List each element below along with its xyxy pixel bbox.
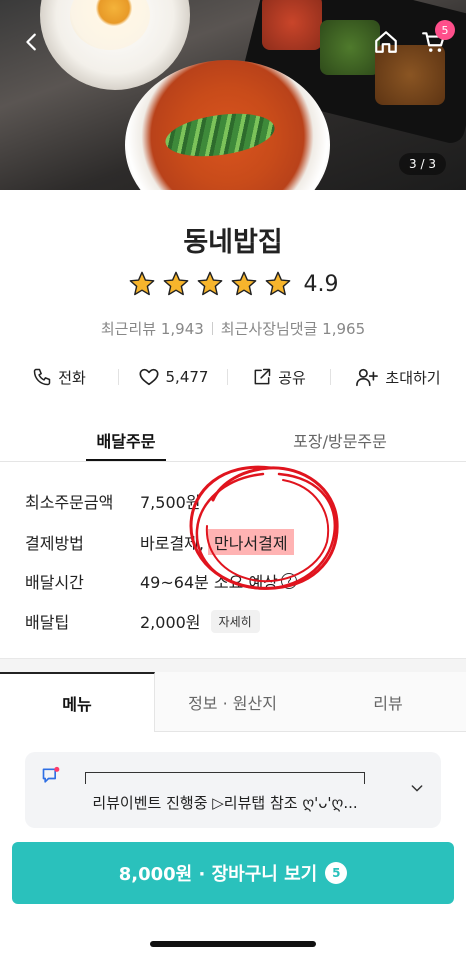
view-cart-button[interactable]: 8,000원 · 장바구니 보기 5 — [12, 842, 454, 904]
tab-pickup-order[interactable]: 포장/방문주문 — [278, 418, 402, 462]
favorite-count: 5,477 — [165, 368, 209, 386]
instant-payment-text: 바로결제, — [140, 534, 204, 553]
help-icon[interactable]: ? — [280, 573, 297, 589]
chevron-down-icon[interactable] — [409, 780, 425, 796]
rating-row: 4.9 — [0, 270, 466, 298]
star-icon — [163, 271, 188, 296]
min-order-row: 최소주문금액 7,500원 — [25, 486, 445, 516]
rating-value: 4.9 — [303, 271, 339, 297]
hero-image[interactable]: 5 3 / 3 — [0, 0, 466, 190]
section-divider — [0, 658, 466, 672]
tab-pickup-order-label: 포장/방문주문 — [293, 432, 387, 451]
invite-icon — [356, 368, 379, 387]
heart-icon — [138, 368, 159, 386]
delivery-tip-label: 배달팁 — [25, 613, 70, 632]
divider — [211, 322, 213, 335]
delivery-time-row: 배달시간 49~64분 소요 예상 ? — [25, 566, 445, 596]
invite-button[interactable]: 초대하기 — [331, 366, 465, 388]
notice-text: 리뷰이벤트 진행중 ▷리뷰탭 참조 ღ'ᴗ'ღ... — [92, 794, 358, 812]
star-icon — [265, 271, 290, 296]
tab-menu-label: 메뉴 — [62, 695, 92, 714]
share-icon — [254, 368, 271, 385]
star-icon — [129, 271, 154, 296]
tab-review[interactable]: 리뷰 — [310, 672, 466, 732]
tab-delivery-order-label: 배달주문 — [96, 432, 156, 451]
flag-icon — [42, 766, 60, 783]
favorite-button[interactable]: 5,477 — [119, 366, 227, 388]
delivery-tip-row: 배달팁 2,000원 자세히 — [25, 606, 445, 636]
review-counts: 최근리뷰 1,943 최근사장님댓글 1,965 — [0, 318, 466, 339]
payment-method-value: 바로결제, 만나서결제 — [140, 529, 294, 555]
star-icon — [231, 271, 256, 296]
star-icon — [197, 271, 222, 296]
store-name: 동네밥집 — [183, 227, 283, 258]
tab-info-origin-label: 정보 · 원산지 — [188, 693, 277, 713]
image-page-indicator: 3 / 3 — [399, 153, 446, 175]
delivery-time-value: 49~64분 소요 예상 ? — [140, 569, 297, 593]
delivery-time-text: 49~64분 소요 예상 — [140, 573, 278, 592]
kimchi-image — [262, 0, 322, 50]
delivery-tip-value: 2,000원 자세히 — [140, 609, 260, 633]
share-label: 공유 — [278, 368, 306, 387]
invite-label: 초대하기 — [385, 368, 441, 387]
divider — [0, 461, 466, 462]
notice-bracket-decoration — [85, 772, 365, 784]
store-actions: 전화 5,477 공유 초대하기 — [0, 362, 466, 392]
call-button[interactable]: 전화 — [0, 367, 118, 388]
min-order-value: 7,500원 — [140, 493, 201, 512]
call-label: 전화 — [58, 368, 86, 387]
back-arrow-icon[interactable] — [18, 28, 46, 56]
home-indicator[interactable] — [150, 941, 316, 947]
order-type-tabs: 배달주문 포장/방문주문 — [0, 418, 466, 462]
greens-image — [320, 20, 380, 75]
cart-count-badge: 5 — [435, 20, 455, 40]
notice-banner[interactable]: 리뷰이벤트 진행중 ▷리뷰탭 참조 ღ'ᴗ'ღ... — [25, 752, 441, 828]
payment-method-label: 결제방법 — [25, 534, 84, 553]
delivery-tip-text: 2,000원 — [140, 613, 201, 632]
tab-delivery-order[interactable]: 배달주문 — [86, 418, 166, 462]
owner-replies-link[interactable]: 최근사장님댓글 1,965 — [221, 320, 365, 338]
home-icon[interactable] — [372, 28, 400, 56]
tab-info-origin[interactable]: 정보 · 원산지 — [155, 672, 310, 732]
tip-detail-button[interactable]: 자세히 — [210, 609, 260, 633]
tab-review-label: 리뷰 — [373, 693, 403, 713]
delivery-time-label: 배달시간 — [25, 573, 84, 592]
payment-method-row: 결제방법 바로결제, 만나서결제 — [25, 527, 445, 557]
phone-icon — [33, 368, 51, 386]
cart-item-count: 5 — [325, 862, 348, 884]
pay-on-meet-highlight: 만나서결제 — [207, 529, 294, 555]
recent-reviews-link[interactable]: 최근리뷰 1,943 — [101, 320, 204, 338]
share-button[interactable]: 공유 — [228, 367, 330, 388]
min-order-label: 최소주문금액 — [25, 493, 114, 512]
menu-tabs: 메뉴 정보 · 원산지 리뷰 — [0, 672, 466, 732]
view-cart-label: 8,000원 · 장바구니 보기 — [118, 864, 318, 885]
tab-menu[interactable]: 메뉴 — [0, 672, 155, 732]
